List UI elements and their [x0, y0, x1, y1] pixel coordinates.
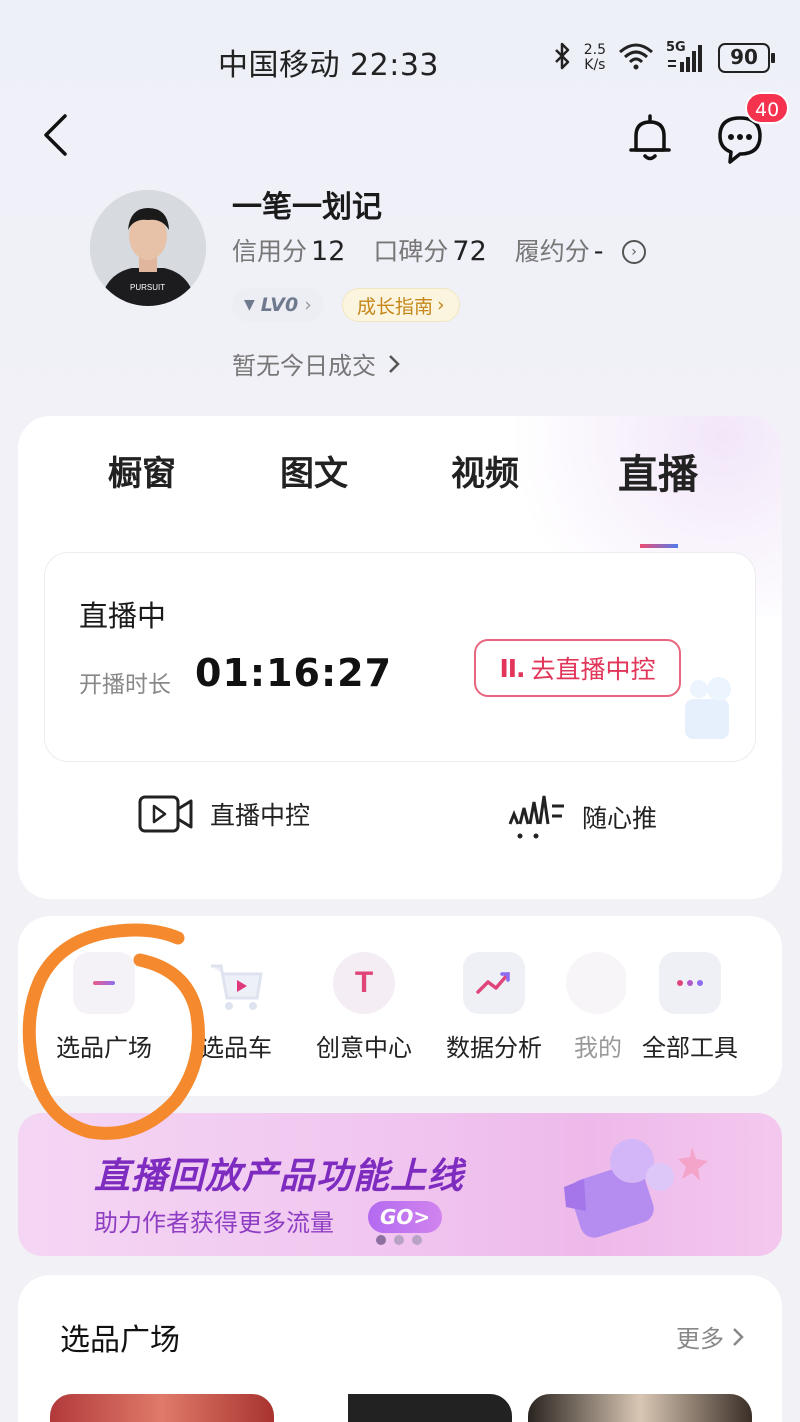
tool-product-cart[interactable]: 选品车	[176, 952, 296, 1063]
svg-text:PURSUIT: PURSUIT	[130, 283, 165, 292]
chevron-right-icon: ›	[437, 294, 445, 316]
promo-banner[interactable]: 直播回放产品功能上线 助力作者获得更多流量 GO>	[18, 1113, 782, 1256]
tool-label: 选品广场	[56, 1034, 152, 1062]
product-thumbnail[interactable]	[528, 1394, 752, 1422]
tool-all-tools[interactable]: 全部工具	[630, 952, 750, 1063]
back-button[interactable]	[30, 110, 80, 160]
status-bar: 中国移动 22:33 2.5 K/s 5G 90	[0, 0, 800, 110]
promote-chart-icon	[508, 795, 564, 839]
net-speed: 2.5 K/s	[584, 43, 606, 73]
creative-center-icon: T	[333, 952, 395, 1014]
all-tools-icon	[659, 952, 721, 1014]
banner-go-button[interactable]: GO>	[368, 1201, 443, 1233]
camera-3d-icon	[564, 1139, 708, 1238]
live-status-text: 直播中	[79, 599, 167, 633]
banner-dot	[376, 1235, 386, 1245]
score-detail-arrow-icon[interactable]: ›	[622, 240, 646, 264]
tab-video[interactable]: 视频	[425, 446, 545, 495]
status-icons: 2.5 K/s 5G 90	[552, 40, 775, 74]
today-deal-link[interactable]: 暂无今日成交	[232, 346, 400, 381]
tool-creative-center[interactable]: T 创意中心	[304, 952, 424, 1063]
net-speed-value: 2.5	[583, 42, 606, 58]
content-type-card: 橱窗 图文 视频 直播 直播中 开播时长 01:16:27 II. 去直播中控 …	[18, 416, 782, 899]
product-square-section: 选品广场 更多	[18, 1275, 782, 1422]
fulfillment-label: 履约分	[514, 237, 590, 266]
shopping-cart-icon	[205, 952, 267, 1014]
score-row[interactable]: 信用分 12 口碑分 72 履约分 -	[232, 232, 632, 268]
carrier-time: 中国移动 22:33	[218, 48, 439, 83]
product-thumbnail[interactable]	[288, 1394, 512, 1422]
live-control-label: 直播中控	[210, 801, 311, 830]
promote-label: 随心推	[582, 804, 658, 833]
banner-subtitle: 助力作者获得更多流量	[94, 1209, 334, 1237]
data-analysis-icon	[463, 952, 525, 1014]
tab-live[interactable]: 直播	[598, 442, 718, 500]
reputation-label: 口碑分	[373, 237, 449, 266]
level-text: LV0	[260, 294, 299, 316]
chevron-left-icon	[44, 114, 67, 156]
bell-icon	[629, 114, 671, 161]
tools-card: 选品广场 选品车 T 创意中心 数据分析 我的 全部工具	[18, 916, 782, 1096]
live-bars-icon: II.	[499, 653, 525, 683]
camera-decoration-icon	[685, 677, 731, 739]
tab-graphic[interactable]: 图文	[254, 446, 374, 495]
live-duration-value: 01:16:27	[195, 651, 393, 695]
level-triangle-icon: ▼	[244, 297, 255, 313]
product-thumbnail[interactable]	[50, 1394, 274, 1422]
net-speed-unit: K/s	[584, 57, 606, 73]
more-link[interactable]: 更多	[676, 1319, 744, 1354]
tool-my[interactable]: 我的	[566, 952, 626, 1063]
tab-showcase[interactable]: 橱窗	[82, 446, 202, 495]
live-control-action[interactable]: 直播中控	[138, 794, 310, 834]
goto-live-control-label: 去直播中控	[530, 655, 656, 684]
promote-action[interactable]: 随心推	[506, 794, 657, 840]
message-count-badge: 40	[745, 92, 790, 124]
live-status-box: 直播中 开播时长 01:16:27 II. 去直播中控	[44, 552, 756, 762]
banner-dot	[394, 1235, 404, 1245]
active-tab-indicator	[640, 534, 678, 548]
more-label: 更多	[676, 1325, 724, 1353]
chevron-right-icon	[389, 354, 400, 373]
network-type: 5G	[666, 40, 686, 55]
my-icon	[566, 952, 626, 1014]
tool-data-analysis[interactable]: 数据分析	[434, 952, 554, 1063]
content-tabs: 橱窗 图文 视频 直播	[18, 446, 782, 548]
product-square-icon	[73, 952, 135, 1014]
live-duration-label: 开播时长	[79, 672, 171, 698]
wifi-icon	[618, 42, 654, 74]
chevron-right-icon: ›	[304, 294, 312, 316]
bluetooth-icon	[552, 42, 572, 74]
credit-value: 12	[311, 236, 346, 267]
fulfillment-value: -	[593, 236, 604, 267]
section-title: 选品广场	[60, 1323, 180, 1358]
tool-product-square[interactable]: 选品广场	[44, 952, 164, 1063]
growth-guide-label: 成长指南	[357, 295, 434, 318]
tool-label: 选品车	[200, 1034, 272, 1062]
quick-actions: 直播中控 随心推	[18, 794, 782, 854]
tool-label: 我的	[574, 1034, 622, 1062]
avatar[interactable]: PURSUIT	[90, 190, 206, 306]
banner-dot	[412, 1235, 422, 1245]
growth-guide-badge[interactable]: 成长指南 ›	[342, 288, 460, 322]
chevron-right-icon	[733, 1327, 744, 1346]
level-badge[interactable]: ▼ LV0 ›	[232, 288, 324, 322]
today-deal-text: 暂无今日成交	[232, 352, 376, 380]
banner-title: 直播回放产品功能上线	[94, 1156, 465, 1197]
video-camera-icon	[138, 795, 193, 833]
reputation-value: 72	[452, 236, 487, 267]
credit-label: 信用分	[232, 237, 308, 266]
tool-label: 创意中心	[316, 1034, 412, 1062]
tool-label: 数据分析	[446, 1034, 542, 1062]
tool-label: 全部工具	[642, 1034, 738, 1062]
banner-pagination	[376, 1235, 422, 1245]
signal-icon: 5G	[666, 40, 706, 72]
goto-live-control-button[interactable]: II. 去直播中控	[474, 639, 681, 697]
battery-icon: 90	[718, 43, 775, 73]
notification-button[interactable]	[622, 110, 678, 166]
username: 一笔一划记	[232, 190, 382, 225]
